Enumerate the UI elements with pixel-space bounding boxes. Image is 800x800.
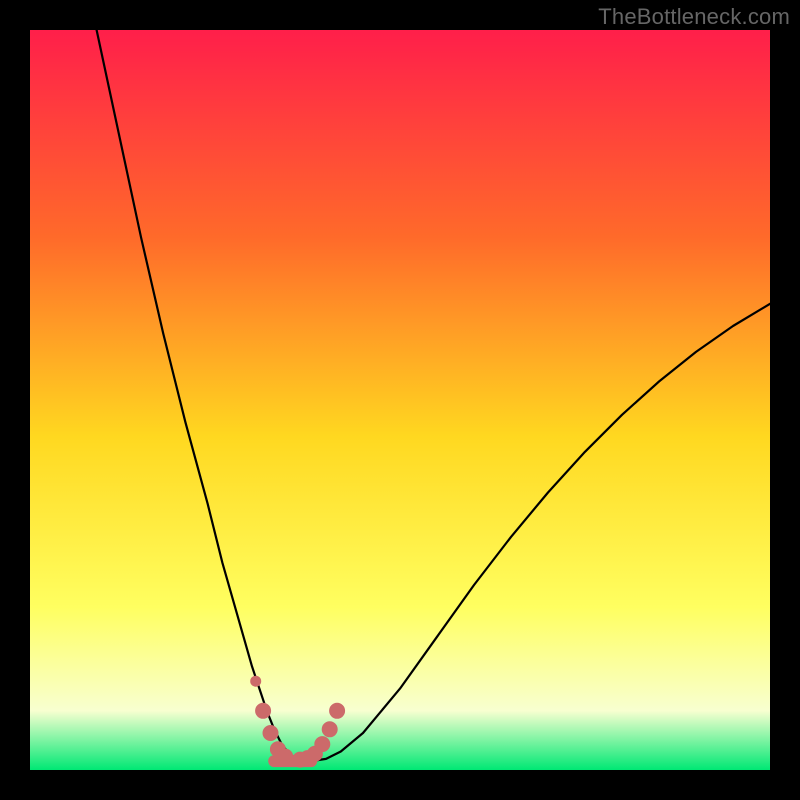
chart-svg — [30, 30, 770, 770]
chart-frame: TheBottleneck.com — [0, 0, 800, 800]
watermark-text: TheBottleneck.com — [598, 4, 790, 30]
curve-marker — [251, 676, 261, 686]
curve-marker — [330, 703, 345, 718]
gradient-bg — [30, 30, 770, 770]
plot-area — [30, 30, 770, 770]
curve-marker — [315, 737, 330, 752]
curve-marker — [322, 722, 337, 737]
curve-marker — [263, 726, 278, 741]
curve-marker — [256, 703, 271, 718]
curve-marker — [278, 749, 293, 764]
